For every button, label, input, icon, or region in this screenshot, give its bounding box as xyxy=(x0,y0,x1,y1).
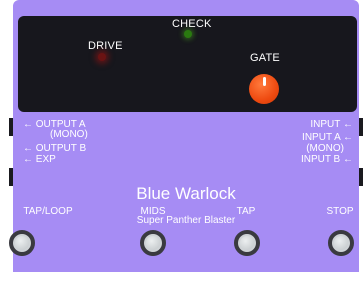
output-jack-left xyxy=(9,118,13,136)
input-label: INPUT ← xyxy=(310,119,353,130)
tap-footswitch[interactable] xyxy=(234,230,260,256)
pedal-name: Blue Warlock xyxy=(136,184,236,203)
mids-footswitch[interactable] xyxy=(140,230,166,256)
check-label: CHECK xyxy=(172,18,212,30)
input-b-label: INPUT B ← xyxy=(300,154,353,165)
stop-footswitch[interactable] xyxy=(328,230,354,256)
exp-label: ← EXP xyxy=(23,154,56,165)
drive-led xyxy=(98,53,106,61)
output-a-mono-label: (MONO) xyxy=(50,129,88,140)
tap-label: TAP xyxy=(236,206,256,217)
input-a-mono-label: (MONO) xyxy=(306,143,344,154)
tap-loop-footswitch[interactable] xyxy=(9,230,35,256)
tap-loop-label: TAP/LOOP xyxy=(23,206,73,217)
gate-knob[interactable] xyxy=(249,74,279,104)
knob-pointer-icon xyxy=(262,77,266,86)
input-a-label: INPUT A ← xyxy=(302,132,353,143)
gate-label: GATE xyxy=(250,52,280,64)
check-led xyxy=(184,30,192,38)
mids-label: MIDS xyxy=(140,206,166,217)
stop-label: STOP xyxy=(326,206,354,217)
drive-label: DRIVE xyxy=(88,40,123,52)
output-b-label: ← OUTPUT B xyxy=(23,143,87,154)
input-jack-right xyxy=(359,118,363,136)
input-b-jack-right xyxy=(359,168,363,186)
